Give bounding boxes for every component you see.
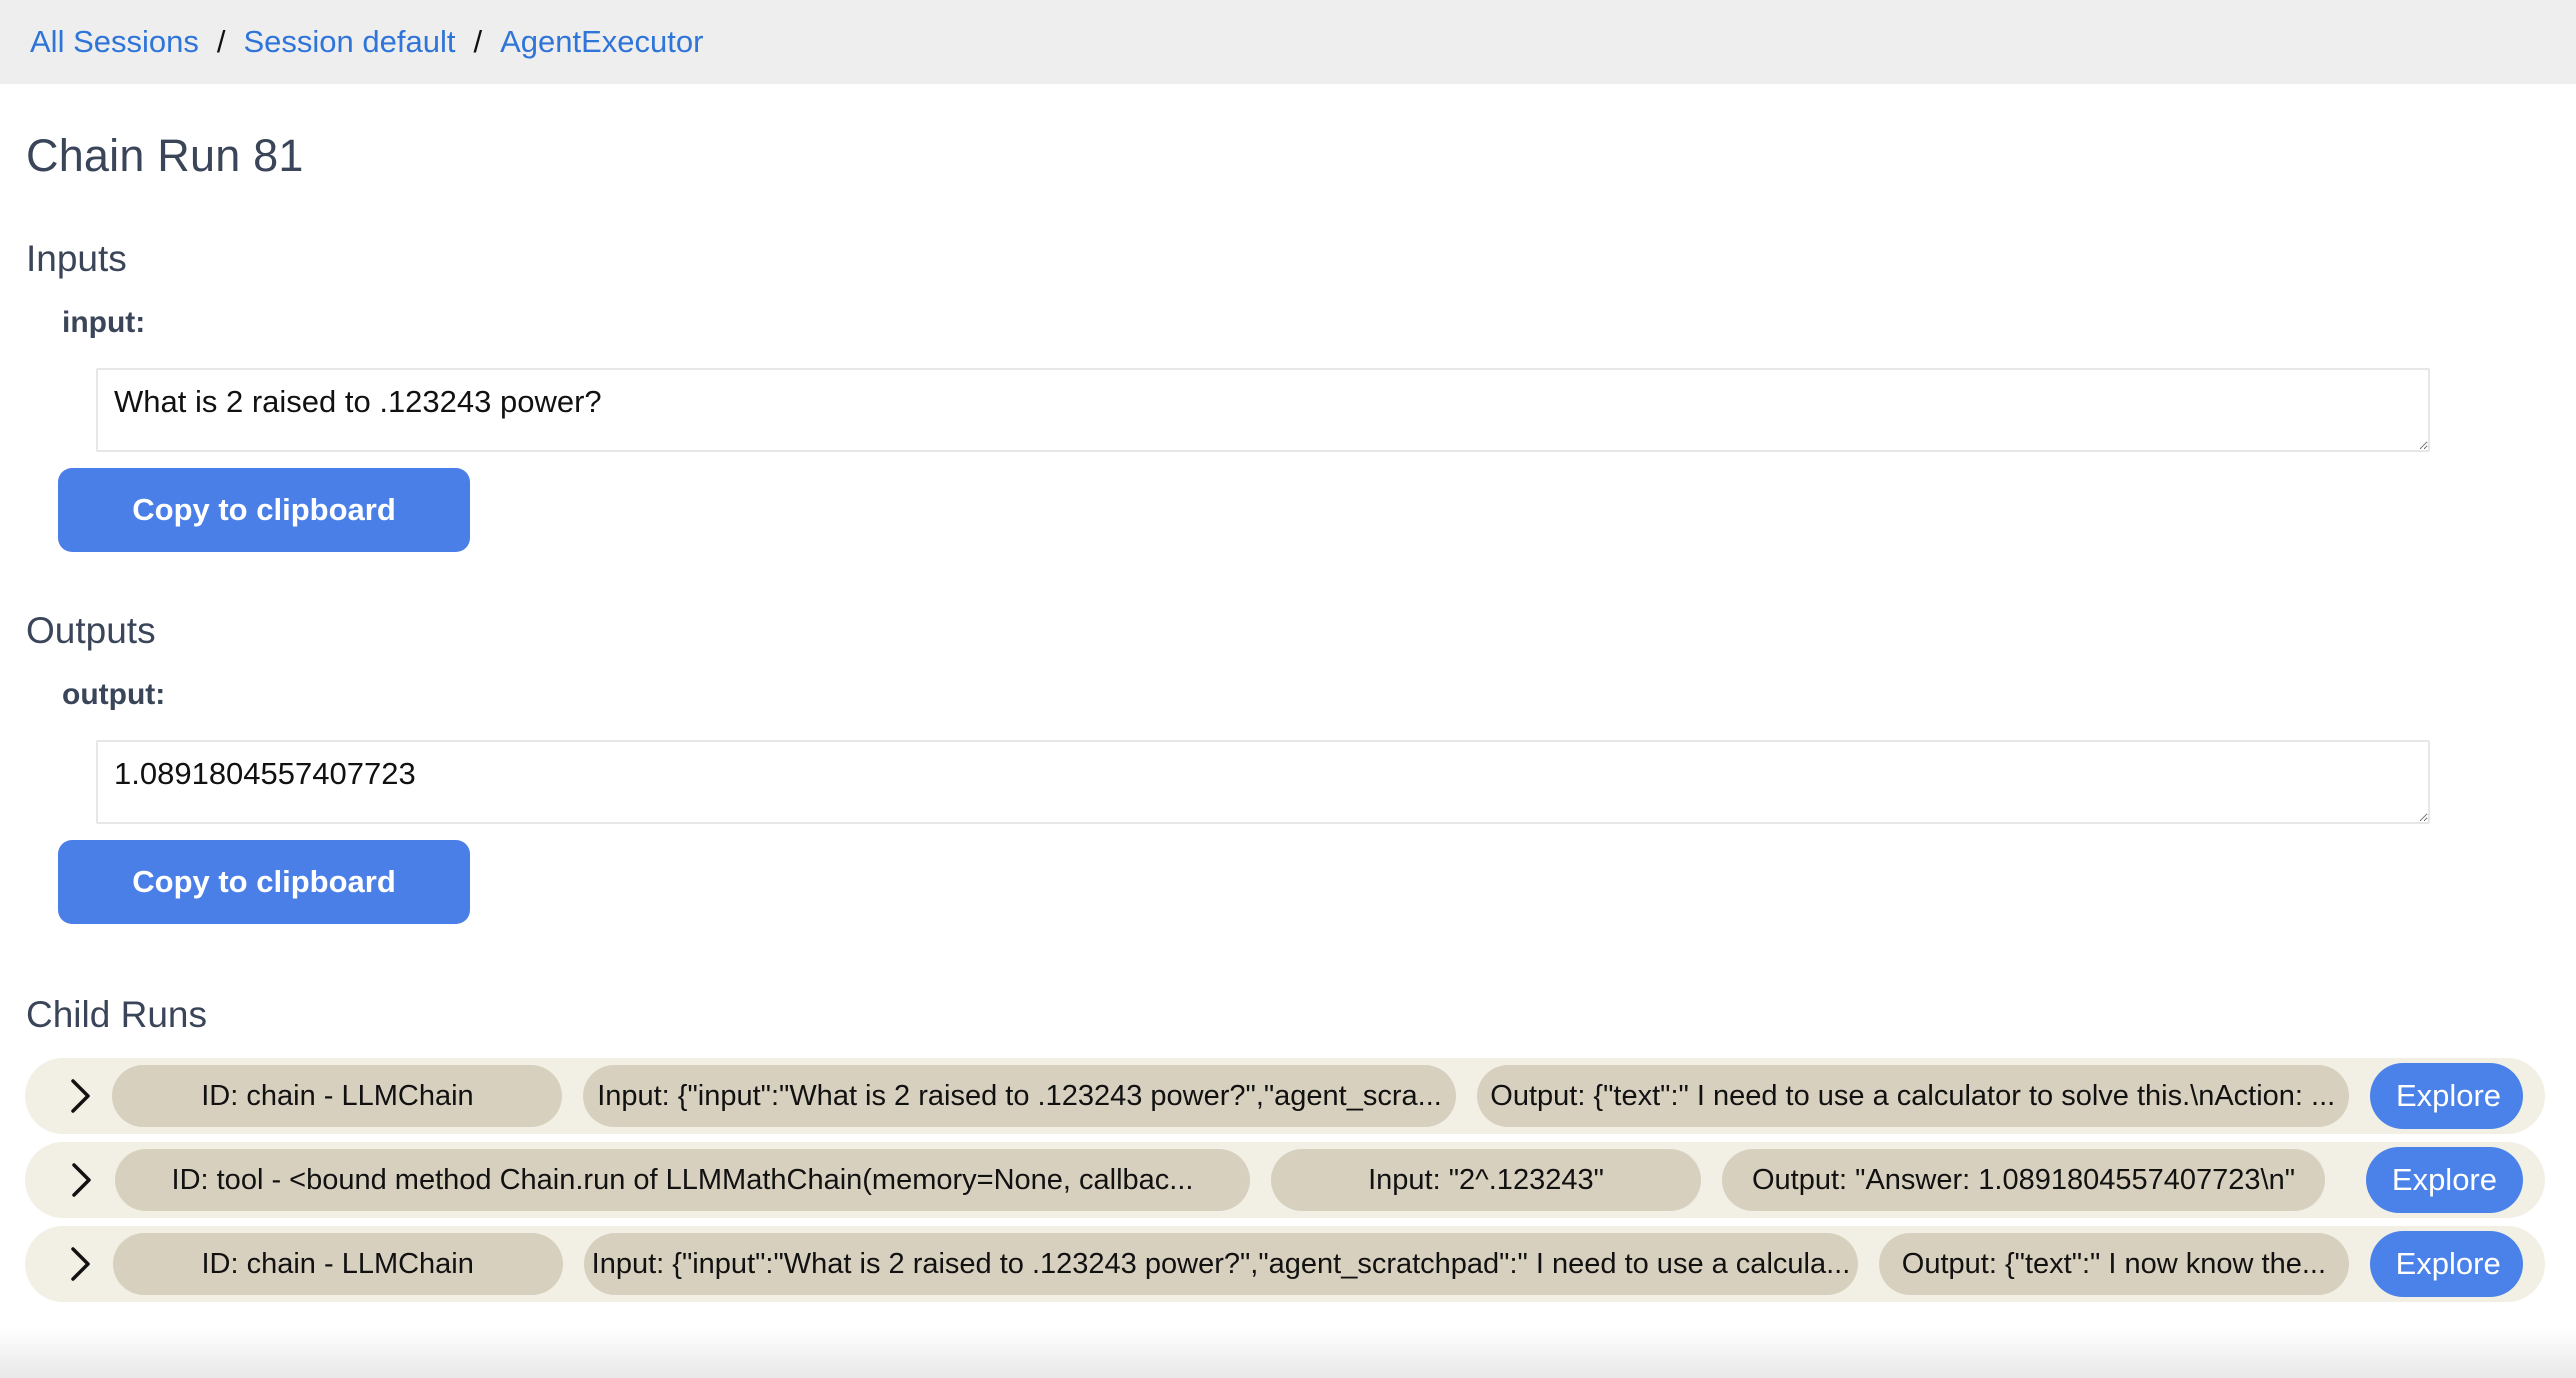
explore-run-button[interactable]: Explore xyxy=(2370,1063,2523,1129)
child-runs-section: Child Runs ID: chain - LLMChain Input: {… xyxy=(26,994,2550,1302)
breadcrumb-link-session-default[interactable]: Session default xyxy=(243,24,455,60)
child-runs-list: ID: chain - LLMChain Input: {"input":"Wh… xyxy=(25,1058,2550,1302)
bottom-fade xyxy=(0,1328,2576,1378)
chevron-right-icon xyxy=(71,1162,93,1198)
copy-input-button[interactable]: Copy to clipboard xyxy=(58,468,470,552)
explore-run-button[interactable]: Explore xyxy=(2370,1231,2523,1297)
run-id-badge: ID: tool - <bound method Chain.run of LL… xyxy=(115,1149,1250,1211)
run-input-badge: Input: {"input":"What is 2 raised to .12… xyxy=(583,1065,1455,1127)
explore-run-button[interactable]: Explore xyxy=(2366,1147,2523,1213)
run-input-badge: Input: "2^.123243" xyxy=(1271,1149,1701,1211)
expand-run-button[interactable] xyxy=(49,1246,113,1282)
run-output-badge: Output: {"text":" I need to use a calcul… xyxy=(1477,1065,2349,1127)
input-field-label: input: xyxy=(62,306,2550,340)
chevron-right-icon xyxy=(70,1246,92,1282)
output-field-label: output: xyxy=(62,678,2550,712)
outputs-section: Outputs output: 1.0891804557407723 Copy … xyxy=(26,610,2550,924)
run-output-badge: Output: {"text":" I now know the... xyxy=(1879,1233,2348,1295)
breadcrumb-link-agent-executor[interactable]: AgentExecutor xyxy=(500,24,703,60)
child-run-row: ID: chain - LLMChain Input: {"input":"Wh… xyxy=(25,1226,2545,1302)
run-id-badge: ID: chain - LLMChain xyxy=(112,1065,562,1127)
child-run-row: ID: chain - LLMChain Input: {"input":"Wh… xyxy=(25,1058,2545,1134)
output-textarea[interactable]: 1.0891804557407723 xyxy=(96,740,2430,824)
expand-run-button[interactable] xyxy=(49,1162,115,1198)
expand-run-button[interactable] xyxy=(49,1078,112,1114)
outputs-heading: Outputs xyxy=(26,610,2550,652)
page-title: Chain Run 81 xyxy=(26,130,2550,182)
copy-output-button[interactable]: Copy to clipboard xyxy=(58,840,470,924)
breadcrumb-separator: / xyxy=(473,24,482,60)
child-run-row: ID: tool - <bound method Chain.run of LL… xyxy=(25,1142,2545,1218)
breadcrumb-separator: / xyxy=(217,24,226,60)
inputs-heading: Inputs xyxy=(26,238,2550,280)
input-textarea[interactable]: What is 2 raised to .123243 power? xyxy=(96,368,2430,452)
run-input-badge: Input: {"input":"What is 2 raised to .12… xyxy=(584,1233,1859,1295)
inputs-section: Inputs input: What is 2 raised to .12324… xyxy=(26,238,2550,552)
child-runs-heading: Child Runs xyxy=(26,994,2550,1036)
run-id-badge: ID: chain - LLMChain xyxy=(113,1233,563,1295)
breadcrumb-link-all-sessions[interactable]: All Sessions xyxy=(30,24,199,60)
run-output-badge: Output: "Answer: 1.0891804557407723\n" xyxy=(1722,1149,2325,1211)
main-content: Chain Run 81 Inputs input: What is 2 rai… xyxy=(0,130,2576,1302)
chevron-right-icon xyxy=(70,1078,92,1114)
breadcrumb: All Sessions / Session default / AgentEx… xyxy=(0,0,2576,84)
